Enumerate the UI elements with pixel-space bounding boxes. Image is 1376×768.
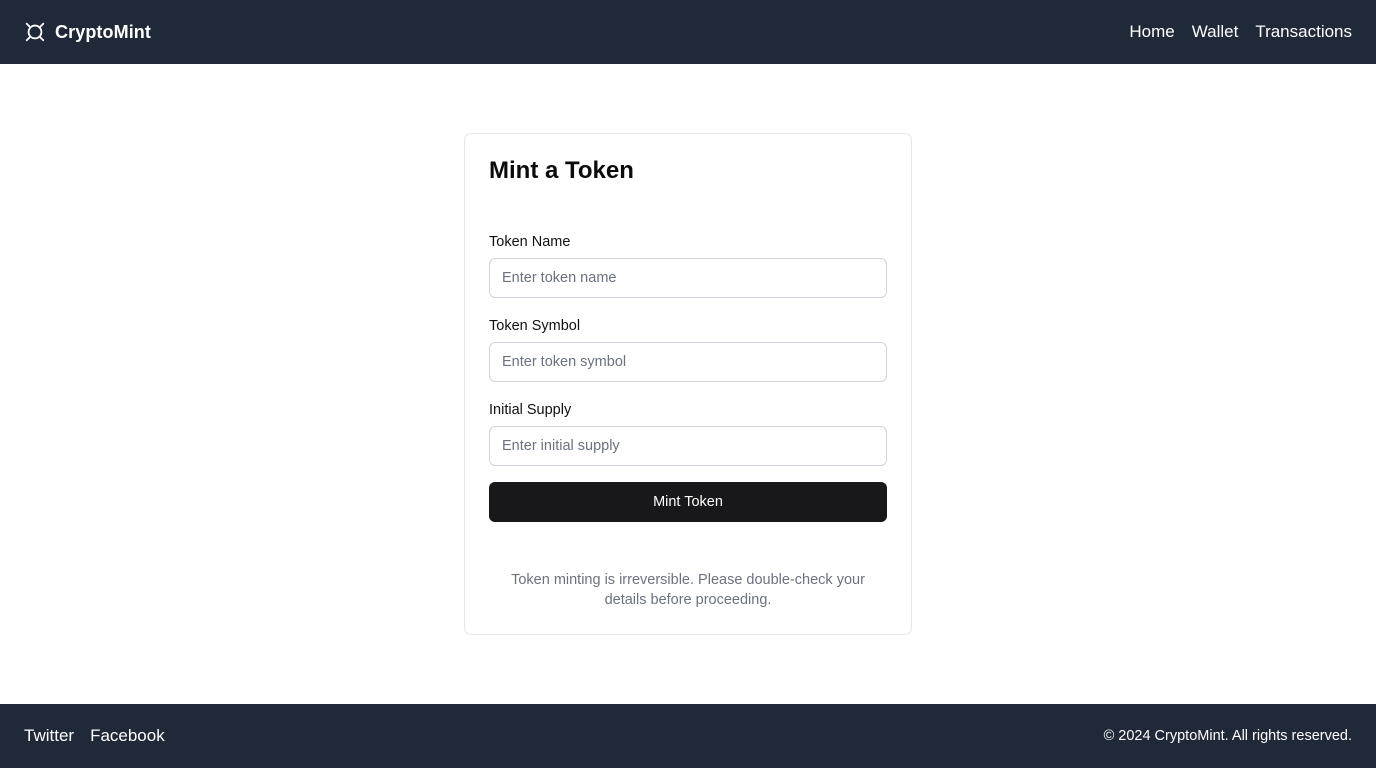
- footer-link-twitter[interactable]: Twitter: [24, 726, 74, 746]
- page-footer: Twitter Facebook © 2024 CryptoMint. All …: [0, 704, 1376, 768]
- initial-supply-input[interactable]: [489, 426, 887, 466]
- initial-supply-field: Initial Supply: [489, 402, 887, 466]
- nav-link-home[interactable]: Home: [1129, 22, 1174, 42]
- token-icon: [25, 22, 45, 42]
- main-nav: Home Wallet Transactions: [1129, 22, 1352, 42]
- copyright-text: © 2024 CryptoMint. All rights reserved.: [1103, 728, 1352, 744]
- social-links: Twitter Facebook: [24, 726, 165, 746]
- footer-link-facebook[interactable]: Facebook: [90, 726, 165, 746]
- brand-name: CryptoMint: [55, 21, 151, 42]
- token-symbol-label: Token Symbol: [489, 318, 581, 334]
- top-navbar: CryptoMint Home Wallet Transactions: [0, 0, 1376, 64]
- token-name-label: Token Name: [489, 234, 571, 250]
- brand[interactable]: CryptoMint: [24, 21, 151, 43]
- nav-link-wallet[interactable]: Wallet: [1192, 22, 1239, 42]
- initial-supply-label: Initial Supply: [489, 402, 572, 418]
- page-title: Mint a Token: [489, 157, 634, 184]
- token-name-field: Token Name: [489, 234, 887, 298]
- irreversible-notice: Token minting is irreversible. Please do…: [511, 572, 865, 608]
- nav-link-transactions[interactable]: Transactions: [1255, 22, 1352, 42]
- token-name-input[interactable]: [489, 258, 887, 298]
- token-symbol-input[interactable]: [489, 342, 887, 382]
- mint-token-button[interactable]: Mint Token: [489, 482, 887, 522]
- token-symbol-field: Token Symbol: [489, 318, 887, 382]
- mint-token-card: Mint a Token Token Name Token Symbol Ini…: [464, 133, 912, 635]
